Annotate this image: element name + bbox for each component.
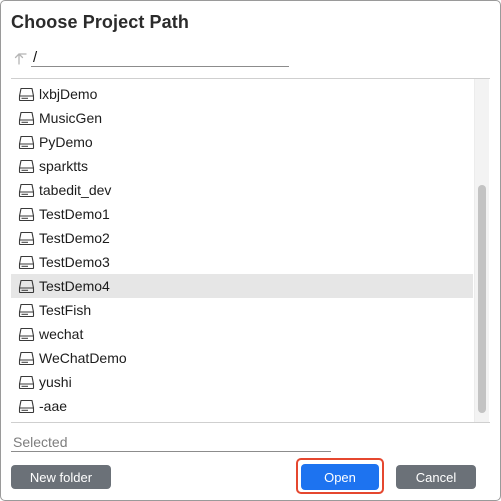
drive-icon (18, 255, 35, 270)
list-item[interactable]: wechat (11, 322, 473, 346)
list-item[interactable]: TestDemo3 (11, 250, 473, 274)
list-item[interactable]: MusicGen (11, 106, 473, 130)
drive-icon (18, 135, 35, 150)
scrollbar-thumb[interactable] (478, 185, 486, 413)
list-item[interactable]: TestDemo2 (11, 226, 473, 250)
drive-icon (18, 399, 35, 414)
list-item-label: tabedit_dev (39, 182, 112, 198)
list-item-label: WeChatDemo (39, 350, 127, 366)
list-item[interactable]: TestFish (11, 298, 473, 322)
drive-icon (18, 111, 35, 126)
drive-icon (18, 231, 35, 246)
list-item-label: TestDemo2 (39, 230, 110, 246)
dialog-title: Choose Project Path (11, 12, 189, 32)
drive-icon (18, 87, 35, 102)
list-item-label: TestDemo1 (39, 206, 110, 222)
choose-project-path-dialog: Choose Project Path lxbjDemo MusicGen PyDe… (0, 0, 501, 501)
list-item-label: sparktts (39, 158, 89, 174)
path-row (13, 48, 291, 68)
drive-icon (18, 279, 35, 294)
list-item-label: TestDemo4 (39, 278, 110, 294)
list-item-label: -aae (39, 398, 68, 414)
list-item[interactable]: WeChatDemo (11, 346, 473, 370)
list-item-label: TestFish (39, 302, 92, 318)
list-item[interactable]: -aae (11, 394, 473, 418)
list-item[interactable]: TestDemo4 (11, 274, 473, 298)
list-item-label: MusicGen (39, 110, 103, 126)
drive-icon (18, 159, 35, 174)
list-item-label: lxbjDemo (39, 86, 98, 102)
list-item-label: wechat (39, 326, 84, 342)
selected-input[interactable] (11, 433, 331, 452)
list-item[interactable]: PyDemo (11, 130, 473, 154)
drive-icon (18, 207, 35, 222)
list-item-label: yushi (39, 374, 72, 390)
list-item[interactable]: lxbjDemo (11, 82, 473, 106)
open-button[interactable]: Open (301, 464, 379, 490)
list-item[interactable]: yushi (11, 370, 473, 394)
list-item-label: TestDemo3 (39, 254, 110, 270)
directory-list[interactable]: lxbjDemo MusicGen PyDemo sparktts tabedit_de… (11, 78, 490, 423)
list-item[interactable]: tabedit_dev (11, 178, 473, 202)
list-item[interactable]: sparktts (11, 154, 473, 178)
directory-list-items: lxbjDemo MusicGen PyDemo sparktts tabedit_de… (11, 82, 473, 418)
path-input[interactable] (31, 48, 289, 67)
drive-icon (18, 375, 35, 390)
drive-icon (18, 183, 35, 198)
up-arrow-icon[interactable] (13, 50, 29, 66)
scrollbar-track[interactable] (474, 79, 489, 422)
cancel-button[interactable]: Cancel (396, 465, 476, 489)
new-folder-button[interactable]: New folder (11, 465, 111, 489)
list-item-label: PyDemo (39, 134, 93, 150)
drive-icon (18, 327, 35, 342)
list-item[interactable]: TestDemo1 (11, 202, 473, 226)
drive-icon (18, 351, 35, 366)
drive-icon (18, 303, 35, 318)
